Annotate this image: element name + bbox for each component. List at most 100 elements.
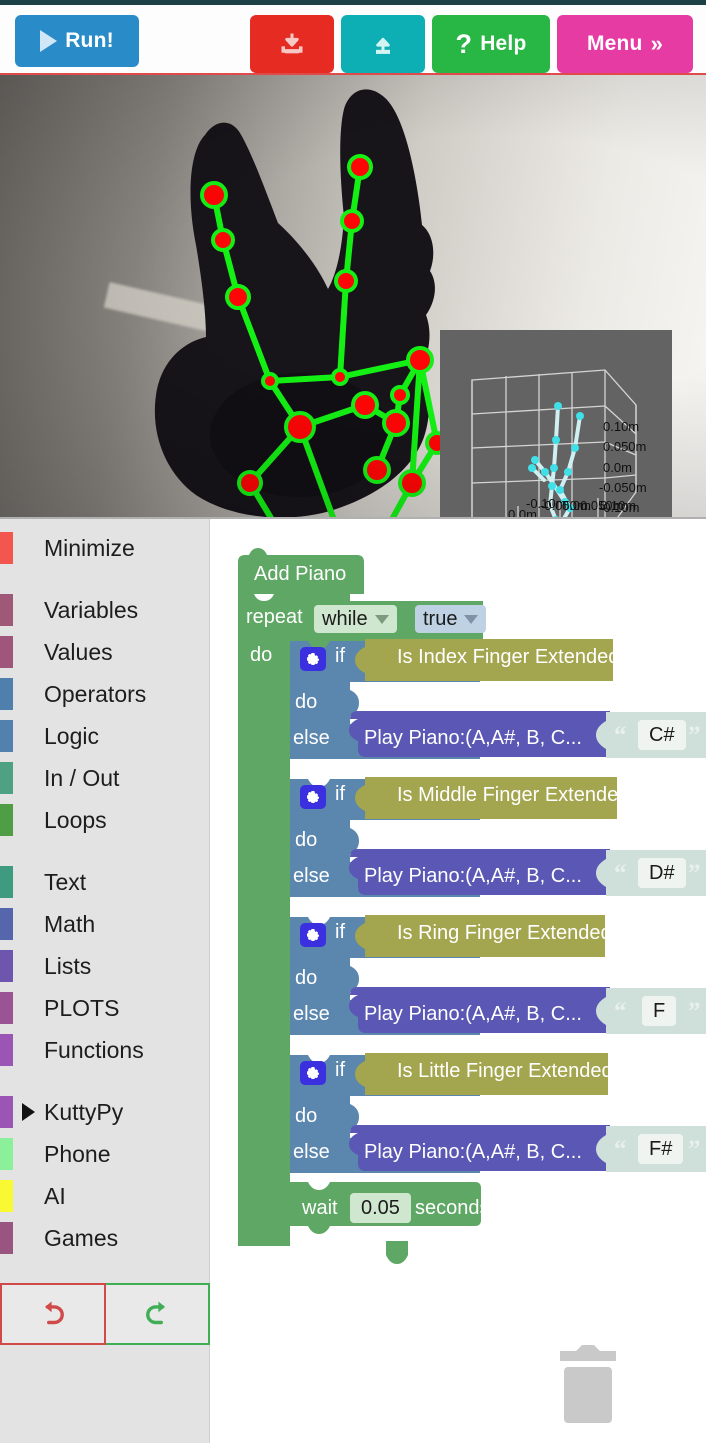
blocks-category-sidebar: Minimize Variables Values Operators Logi…: [0, 519, 210, 1443]
sidebar-item-ai[interactable]: AI: [0, 1175, 209, 1217]
menu-button-label: Menu: [586, 32, 643, 55]
play-icon: [40, 30, 58, 52]
upload-icon: [376, 37, 390, 54]
download-button[interactable]: [250, 15, 334, 73]
wait-keyword-label: wait: [302, 1197, 338, 1219]
sidebar-item-label: Math: [44, 910, 96, 937]
sidebar-item-label: Phone: [44, 1140, 111, 1167]
help-button[interactable]: ? Help: [432, 15, 550, 73]
sidebar-item-label: Loops: [44, 806, 107, 833]
run-button[interactable]: Run!: [15, 15, 139, 67]
if-condition-3[interactable]: Is Ring Finger Extended?: [397, 922, 623, 945]
if-do-label-4: do: [295, 1105, 318, 1127]
gear-icon[interactable]: [300, 647, 326, 671]
run-button-label: Run!: [65, 29, 114, 52]
sidebar-item-label: In / Out: [44, 764, 120, 791]
play-piano-label-3[interactable]: Play Piano:(A,A#, B, C...: [364, 1003, 582, 1026]
if-condition-1[interactable]: Is Index Finger Extended?: [397, 646, 630, 669]
sidebar-item-label: Values: [44, 638, 113, 665]
if-do-label-1: do: [295, 691, 318, 713]
sidebar-item-label: Operators: [44, 680, 147, 707]
sidebar-item-lists[interactable]: Lists: [0, 945, 209, 987]
redo-button[interactable]: [106, 1283, 210, 1345]
sidebar-item-text[interactable]: Text: [0, 861, 209, 903]
axis-label-z-2: 0.0m: [603, 460, 632, 475]
trash-button[interactable]: [556, 1337, 620, 1425]
repeat-condition-value: true: [423, 607, 458, 630]
trash-icon: [560, 1345, 616, 1423]
sidebar-swatch: [0, 866, 13, 898]
axis-label-z-3: -0.050m: [599, 480, 647, 495]
repeat-mode-dropdown[interactable]: while: [314, 605, 397, 633]
quote-open-2: “: [614, 860, 627, 887]
upload-button[interactable]: [341, 15, 425, 73]
play-piano-label-2[interactable]: Play Piano:(A,A#, B, C...: [364, 865, 582, 888]
quote-close-4: ”: [688, 1136, 701, 1163]
if-do-label-3: do: [295, 967, 318, 989]
sidebar-item-games[interactable]: Games: [0, 1217, 209, 1259]
undo-icon: [45, 1301, 64, 1325]
play-piano-label-4[interactable]: Play Piano:(A,A#, B, C...: [364, 1141, 582, 1164]
sidebar-item-logic[interactable]: Logic: [0, 715, 209, 757]
sidebar-swatch: [0, 636, 13, 668]
sidebar-divider: [0, 1071, 209, 1091]
note-value-1[interactable]: C#: [638, 720, 686, 750]
sidebar-item-loops[interactable]: Loops: [0, 799, 209, 841]
axis-label-z-0: 0.10m: [603, 419, 640, 434]
sidebar-item-kuttypy[interactable]: KuttyPy: [0, 1091, 209, 1133]
axis-label-y-2: 0.0m: [508, 507, 537, 519]
app-root: Run! ? Help Menu » 0.10m 0.050m 0.0m -0.…: [0, 0, 706, 1443]
help-button-label: Help: [480, 32, 527, 55]
sidebar-item-math[interactable]: Math: [0, 903, 209, 945]
sidebar-item-label: Functions: [44, 1036, 144, 1063]
gear-icon[interactable]: [300, 923, 326, 947]
sidebar-item-label: PLOTS: [44, 994, 120, 1021]
if-label-4: if: [335, 1059, 345, 1081]
hand-3d-overlay[interactable]: 0.10m 0.050m 0.0m -0.050m -0.10m -0.10m …: [440, 330, 672, 519]
sidebar-item-values[interactable]: Values: [0, 631, 209, 673]
if-condition-4[interactable]: Is Little Finger Extended?: [397, 1060, 624, 1083]
sidebar-item-functions[interactable]: Functions: [0, 1029, 209, 1071]
repeat-condition-dropdown[interactable]: true: [415, 605, 487, 633]
quote-close-2: ”: [688, 860, 701, 887]
gear-icon[interactable]: [300, 785, 326, 809]
sidebar-item-variables[interactable]: Variables: [0, 589, 209, 631]
sidebar-divider: [0, 569, 209, 589]
wait-value-field[interactable]: 0.05: [350, 1193, 411, 1223]
sidebar-swatch: [0, 532, 13, 564]
sidebar-item-plots[interactable]: PLOTS: [0, 987, 209, 1029]
if-label-1: if: [335, 645, 345, 667]
quote-close-1: ”: [688, 722, 701, 749]
gear-icon[interactable]: [300, 1061, 326, 1085]
hat-block-label[interactable]: Add Piano: [254, 563, 346, 586]
sidebar-swatch: [0, 1096, 13, 1128]
redo-icon: [146, 1301, 165, 1325]
menu-button[interactable]: Menu »: [557, 15, 693, 73]
sidebar-item-label: KuttyPy: [44, 1098, 124, 1125]
sidebar-swatch: [0, 762, 13, 794]
play-piano-label-1[interactable]: Play Piano:(A,A#, B, C...: [364, 727, 582, 750]
camera-preview[interactable]: 0.10m 0.050m 0.0m -0.050m -0.10m -0.10m …: [0, 73, 706, 519]
sidebar-item-label: Minimize: [44, 534, 135, 561]
if-label-2: if: [335, 783, 345, 805]
sidebar-swatch: [0, 594, 13, 626]
note-value-3[interactable]: F: [642, 996, 677, 1026]
sidebar-swatch: [0, 1034, 13, 1066]
quote-open-3: “: [614, 998, 627, 1025]
blockly-workspace[interactable]: Add Piano repeat while true do if Is Ind…: [210, 519, 706, 1443]
sidebar-item-phone[interactable]: Phone: [0, 1133, 209, 1175]
sidebar-item-in-out[interactable]: In / Out: [0, 757, 209, 799]
sidebar-swatch: [0, 992, 13, 1024]
note-value-4[interactable]: F#: [638, 1134, 684, 1164]
quote-open-4: “: [614, 1136, 627, 1163]
sidebar-item-minimize[interactable]: Minimize: [0, 527, 209, 569]
undo-button[interactable]: [0, 1283, 106, 1345]
if-else-label-1: else: [293, 727, 330, 749]
sidebar-item-operators[interactable]: Operators: [0, 673, 209, 715]
if-condition-2[interactable]: Is Middle Finger Extended?: [397, 784, 640, 807]
note-value-2[interactable]: D#: [638, 858, 686, 888]
if-else-label-3: else: [293, 1003, 330, 1025]
chevron-down-icon: [374, 614, 389, 624]
sidebar-item-label: Text: [44, 868, 87, 895]
sidebar-swatch: [0, 678, 13, 710]
